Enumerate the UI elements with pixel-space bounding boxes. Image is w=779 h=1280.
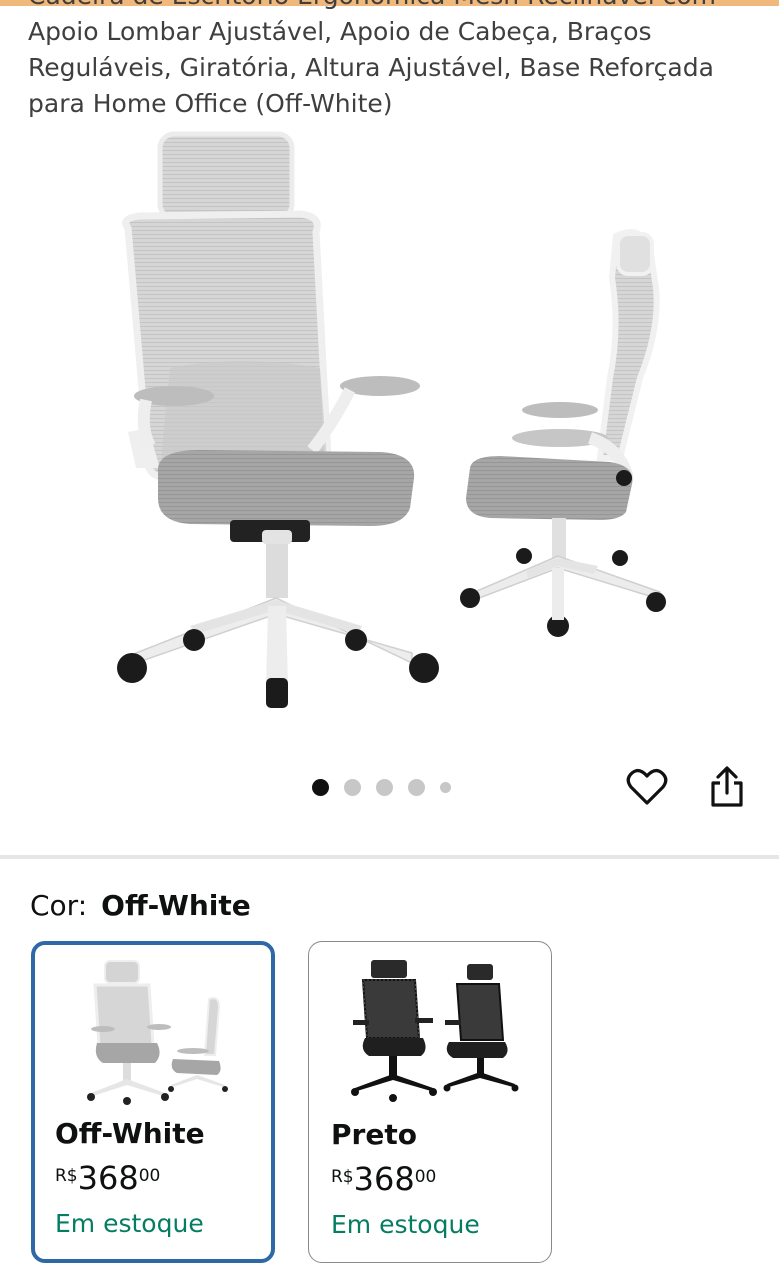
- color-option-thumbnail: [87, 960, 228, 1105]
- price-whole: 368: [77, 1159, 139, 1197]
- price-whole: 368: [353, 1160, 415, 1198]
- price-currency: R$: [55, 1166, 78, 1186]
- product-title-container: Cadeira de Escritório Ergonômica Mesh Re…: [28, 0, 758, 128]
- heart-icon: [626, 769, 668, 805]
- carousel-dot[interactable]: [440, 781, 451, 793]
- price-fraction: 00: [138, 1166, 161, 1186]
- color-option-thumbnail: [351, 960, 519, 1102]
- side-view-chair: [460, 229, 666, 637]
- color-option-name: Preto: [331, 1118, 417, 1151]
- product-main-image[interactable]: [0, 128, 779, 738]
- color-option-off-white[interactable]: Off-White R$ 368 00 Em estoque: [31, 941, 275, 1263]
- color-option-price: R$ 368 00: [55, 1159, 160, 1197]
- share-button[interactable]: [704, 764, 750, 810]
- share-icon: [711, 766, 743, 807]
- carousel-dot[interactable]: [376, 778, 393, 796]
- wishlist-button[interactable]: [624, 764, 670, 810]
- color-option-preto[interactable]: Preto R$ 368 00 Em estoque: [308, 941, 552, 1263]
- product-title: Cadeira de Escritório Ergonômica Mesh Re…: [28, 0, 716, 118]
- price-fraction: 00: [414, 1167, 437, 1187]
- color-option-name: Off-White: [55, 1117, 205, 1150]
- availability-status: Em estoque: [331, 1210, 480, 1239]
- image-carousel-indicators[interactable]: [312, 776, 451, 798]
- selected-color-value: Off-White: [101, 889, 251, 922]
- price-currency: R$: [331, 1167, 354, 1187]
- front-view-chair: [117, 131, 439, 708]
- availability-status: Em estoque: [55, 1209, 204, 1238]
- carousel-dot[interactable]: [344, 778, 361, 796]
- carousel-dot[interactable]: [312, 778, 329, 796]
- color-label: Cor:: [30, 889, 88, 922]
- color-option-price: R$ 368 00: [331, 1160, 436, 1198]
- color-selection-label: Cor: Off-White: [30, 886, 251, 926]
- carousel-dot[interactable]: [408, 778, 425, 796]
- section-divider: [0, 855, 779, 859]
